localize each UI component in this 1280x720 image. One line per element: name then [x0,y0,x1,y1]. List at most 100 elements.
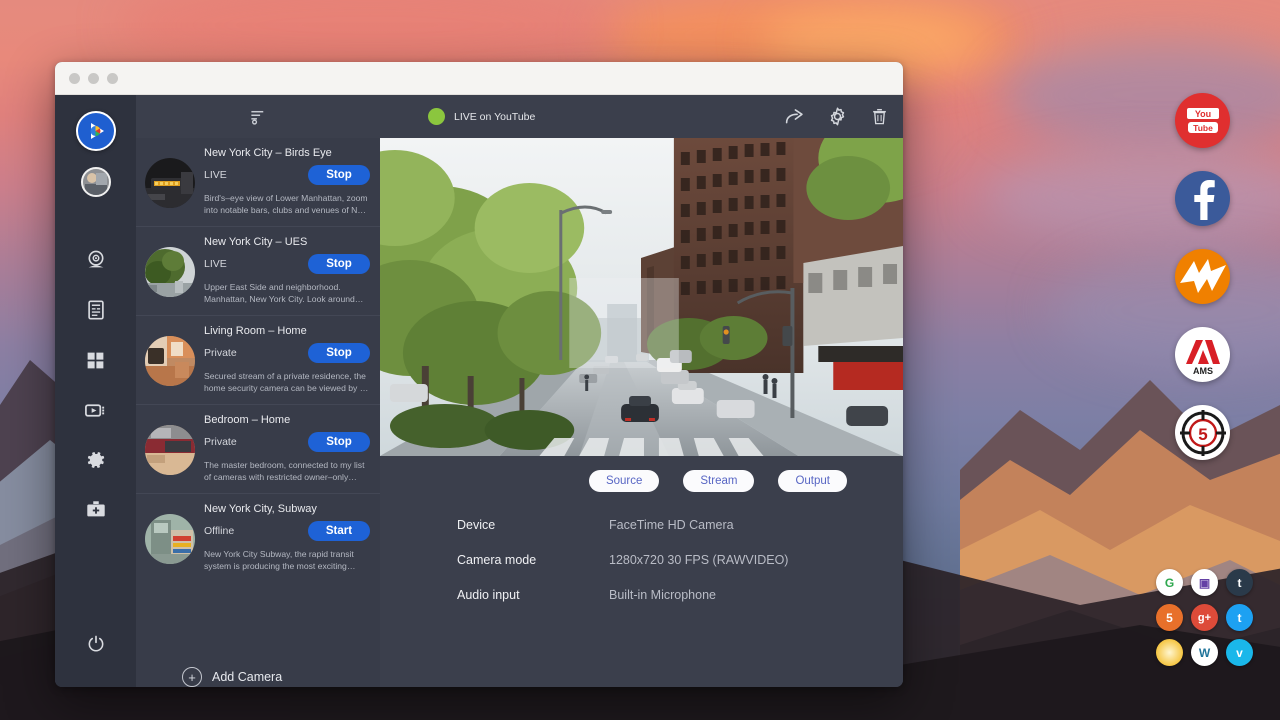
svg-text:AMS: AMS [1193,366,1213,376]
target-5-shortcut[interactable]: 5 [1175,405,1230,460]
desktop-mini-shortcuts: G ▣ t 5 g+ t W v [1152,565,1257,670]
adobe-ams-shortcut[interactable]: AMS [1175,327,1230,382]
desktop-shortcuts: You Tube AMS [1175,93,1230,460]
window-maximize-button[interactable] [107,73,118,84]
spec-label: Audio input [457,588,609,602]
camera-status: LIVE [204,169,227,181]
video-player-icon [84,399,107,422]
cloud-streak [980,150,1280,240]
sidebar-item-cameras[interactable] [55,235,136,285]
camera-title: New York City – UES [204,236,370,248]
camera-info: New York City, Subway Offline Start New … [204,503,370,573]
user-avatar[interactable] [81,167,111,197]
add-camera-button[interactable]: + Add Camera [136,645,380,687]
sidebar-item-support[interactable] [55,485,136,535]
svg-text:You: You [1194,109,1210,119]
tumblr-shortcut[interactable]: t [1226,569,1253,596]
camera-info: New York City – UES LIVE Stop Upper East… [204,236,370,306]
camera-thumbnail [145,158,195,208]
plus-circle-icon: + [182,667,202,687]
camera-list[interactable]: New York City – Birds Eye LIVE Stop Bird… [136,138,380,645]
power-icon [86,634,106,654]
window-close-button[interactable] [69,73,80,84]
camera-thumbnail [145,336,195,386]
camera-action-button[interactable]: Stop [308,165,370,185]
add-camera-label: Add Camera [212,670,282,684]
camera-thumbnail [145,247,195,297]
camera-list-toolbar [136,95,380,138]
camera-info: Living Room – Home Private Stop Secured … [204,325,370,395]
cloud-streak [1050,250,1280,370]
filter-sort-icon[interactable] [249,107,268,126]
youtube-shortcut[interactable]: You Tube [1175,93,1230,148]
camera-list-item[interactable]: New York City – UES LIVE Stop Upper East… [136,227,380,316]
facebook-shortcut[interactable] [1175,171,1230,226]
window-minimize-button[interactable] [88,73,99,84]
twitter-shortcut[interactable]: t [1226,604,1253,631]
tab-stream[interactable]: Stream [683,470,754,492]
camera-description: Secured stream of a private residence, t… [204,370,370,395]
camera-description: New York City Subway, the rapid transit … [204,548,370,573]
five-shortcut[interactable]: 5 [1156,604,1183,631]
wordpress-shortcut[interactable]: W [1191,639,1218,666]
camera-action-button[interactable]: Stop [308,254,370,274]
wowza-shortcut[interactable] [1175,249,1230,304]
gear-icon [827,106,848,127]
gnome-shortcut[interactable]: G [1156,569,1183,596]
sidebar-item-dashboard[interactable] [55,335,136,385]
settings-button[interactable] [827,106,848,127]
sidebar-item-settings[interactable] [55,435,136,485]
sun-shortcut[interactable] [1156,639,1183,666]
camera-status: LIVE [204,258,227,270]
camera-thumbnail [145,425,195,475]
spec-value: FaceTime HD Camera [609,518,734,532]
camera-status: Private [204,436,237,448]
camera-action-button[interactable]: Start [308,521,370,541]
window-titlebar[interactable] [55,62,903,95]
grid-icon [85,350,106,371]
camera-title: New York City, Subway [204,503,370,515]
live-status-group: LIVE on YouTube [428,108,535,125]
spec-value: 1280x720 30 FPS (RAWVIDEO) [609,553,788,567]
main-panel: LIVE on YouTube [380,95,903,687]
webcam-icon [85,249,107,271]
video-preview[interactable] [380,138,903,456]
sidebar-item-logs[interactable] [55,285,136,335]
spec-value: Built-in Microphone [609,588,716,602]
camera-list-item[interactable]: Living Room – Home Private Stop Secured … [136,316,380,405]
app-window: New York City – Birds Eye LIVE Stop Bird… [55,62,903,687]
googleplus-shortcut[interactable]: g+ [1191,604,1218,631]
sidebar-item-player[interactable] [55,385,136,435]
tab-source[interactable]: Source [589,470,659,492]
desktop: New York City – Birds Eye LIVE Stop Bird… [0,0,1280,720]
camera-action-button[interactable]: Stop [308,432,370,452]
camera-list-item[interactable]: New York City – Birds Eye LIVE Stop Bird… [136,138,380,227]
sidebar-item-power[interactable] [55,619,136,669]
camera-description: Bird's–eye view of Lower Manhattan, zoom… [204,192,370,217]
app-logo-icon[interactable] [76,111,116,151]
svg-text:Tube: Tube [1193,123,1213,133]
gear-icon [85,449,107,471]
main-toolbar: LIVE on YouTube [380,95,903,138]
camera-list-panel: New York City – Birds Eye LIVE Stop Bird… [136,95,380,687]
camera-list-item[interactable]: New York City, Subway Offline Start New … [136,494,380,582]
spec-row-device: Device FaceTime HD Camera [457,518,903,532]
camera-action-button[interactable]: Stop [308,343,370,363]
camera-status: Private [204,347,237,359]
tab-output[interactable]: Output [778,470,847,492]
sidebar-rail [55,95,136,687]
camera-status-row: Offline Start [204,521,370,541]
detail-tabs: Source Stream Output [380,456,903,492]
share-button[interactable] [784,106,805,127]
spec-row-camera-mode: Camera mode 1280x720 30 FPS (RAWVIDEO) [457,553,903,567]
camera-list-item[interactable]: Bedroom – Home Private Stop The master b… [136,405,380,494]
delete-button[interactable] [870,106,889,127]
live-status-label: LIVE on YouTube [454,111,535,123]
camera-title: Bedroom – Home [204,414,370,426]
twitch-shortcut[interactable]: ▣ [1191,569,1218,596]
vimeo-shortcut[interactable]: v [1226,639,1253,666]
camera-title: New York City – Birds Eye [204,147,370,159]
cloud-streak [1000,40,1280,150]
spec-label: Camera mode [457,553,609,567]
camera-thumbnail [145,514,195,564]
